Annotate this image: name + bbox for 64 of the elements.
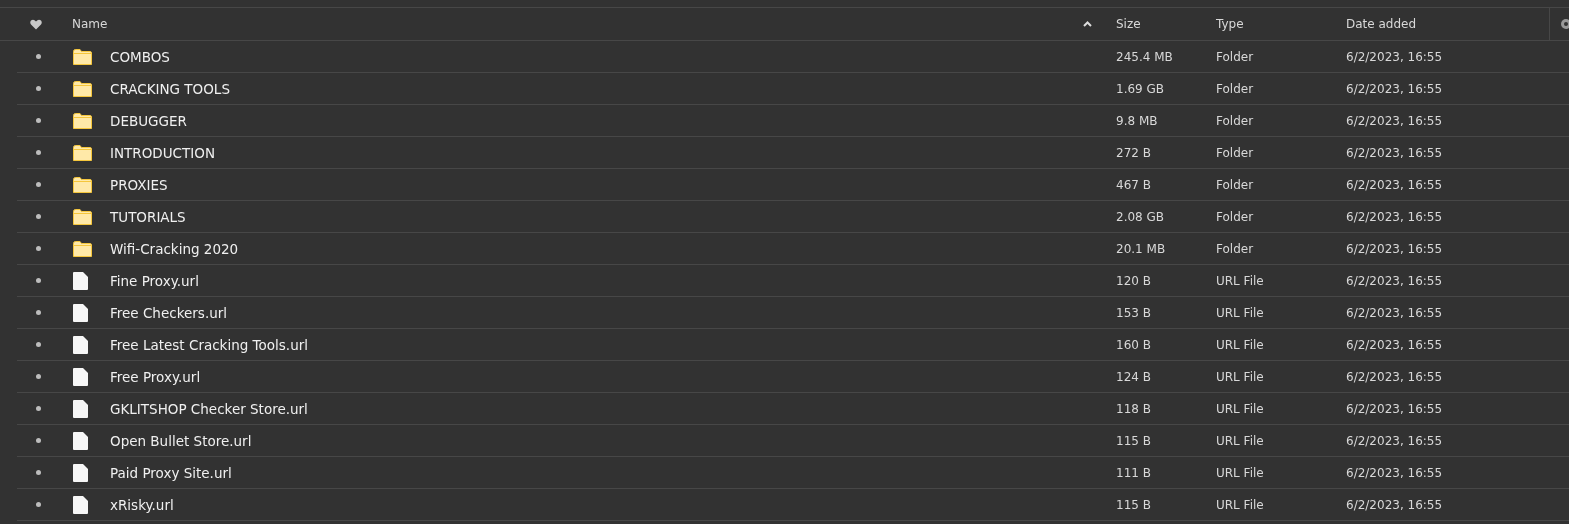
file-name[interactable]: Free Proxy.url — [110, 368, 1116, 385]
file-type: Folder — [1216, 145, 1255, 160]
file-name[interactable]: Free Latest Cracking Tools.url — [110, 336, 1116, 353]
date-added: 6/2/2023, 16:55 — [1346, 49, 1444, 64]
file-type: Folder — [1216, 209, 1255, 224]
file-size: 124 B — [1116, 369, 1152, 384]
file-type: Folder — [1216, 241, 1255, 256]
date-added: 6/2/2023, 16:55 — [1346, 497, 1444, 512]
file-type: URL File — [1216, 273, 1265, 288]
file-type: URL File — [1216, 401, 1265, 416]
file-name[interactable]: xRisky.url — [110, 496, 1116, 513]
file-name[interactable]: DEBUGGER — [110, 112, 1116, 129]
file-name[interactable]: GKLITSHOP Checker Store.url — [110, 400, 1116, 417]
file-type: URL File — [1216, 337, 1265, 352]
file-type: URL File — [1216, 497, 1265, 512]
file-size: 272 B — [1116, 145, 1152, 160]
date-added: 6/2/2023, 16:55 — [1346, 209, 1444, 224]
column-header[interactable]: Type — [1216, 17, 1346, 31]
date-added: 6/2/2023, 16:55 — [1346, 113, 1444, 128]
file-size: 20.1 MB — [1116, 241, 1167, 256]
file-type: URL File — [1216, 433, 1265, 448]
file-type: URL File — [1216, 369, 1265, 384]
file-size: 1.69 GB — [1116, 81, 1166, 96]
file-size: 160 B — [1116, 337, 1152, 352]
date-added: 6/2/2023, 16:55 — [1346, 401, 1444, 416]
file-size: 153 B — [1116, 305, 1152, 320]
file-size: 111 B — [1116, 465, 1152, 480]
date-added: 6/2/2023, 16:55 — [1346, 81, 1444, 96]
file-type: Folder — [1216, 177, 1255, 192]
file-name[interactable]: Fine Proxy.url — [110, 272, 1116, 289]
file-name[interactable]: Wifi-Cracking 2020 — [110, 240, 1116, 257]
file-name[interactable]: Paid Proxy Site.url — [110, 464, 1116, 481]
column-header[interactable]: Size — [1116, 17, 1216, 31]
file-name[interactable]: Open Bullet Store.url — [110, 432, 1116, 449]
file-name[interactable]: TUTORIALS — [110, 208, 1116, 225]
column-header[interactable]: Date added — [1346, 17, 1549, 31]
file-name[interactable]: CRACKING TOOLS — [110, 80, 1116, 97]
date-added: 6/2/2023, 16:55 — [1346, 177, 1444, 192]
file-type: Folder — [1216, 113, 1255, 128]
file-size: 2.08 GB — [1116, 209, 1166, 224]
date-added: 6/2/2023, 16:55 — [1346, 145, 1444, 160]
date-added: 6/2/2023, 16:55 — [1346, 369, 1444, 384]
date-added: 6/2/2023, 16:55 — [1346, 337, 1444, 352]
date-added: 6/2/2023, 16:55 — [1346, 273, 1444, 288]
date-added: 6/2/2023, 16:55 — [1346, 305, 1444, 320]
file-size: 115 B — [1116, 433, 1152, 448]
file-name[interactable]: PROXIES — [110, 176, 1116, 193]
file-size: 467 B — [1116, 177, 1152, 192]
date-added: 6/2/2023, 16:55 — [1346, 465, 1444, 480]
file-size: 118 B — [1116, 401, 1152, 416]
file-name[interactable]: INTRODUCTION — [110, 144, 1116, 161]
file-size: 245.4 MB — [1116, 49, 1174, 64]
file-name[interactable]: Free Checkers.url — [110, 304, 1116, 321]
file-type: Folder — [1216, 49, 1255, 64]
date-added: 6/2/2023, 16:55 — [1346, 241, 1444, 256]
date-added: 6/2/2023, 16:55 — [1346, 433, 1444, 448]
file-size: 120 B — [1116, 273, 1152, 288]
file-type: Folder — [1216, 81, 1255, 96]
file-type: URL File — [1216, 465, 1265, 480]
file-name[interactable]: COMBOS — [110, 48, 1116, 65]
column-header[interactable]: Name — [72, 17, 1083, 31]
file-size: 115 B — [1116, 497, 1152, 512]
file-size: 9.8 MB — [1116, 113, 1159, 128]
file-type: URL File — [1216, 305, 1265, 320]
